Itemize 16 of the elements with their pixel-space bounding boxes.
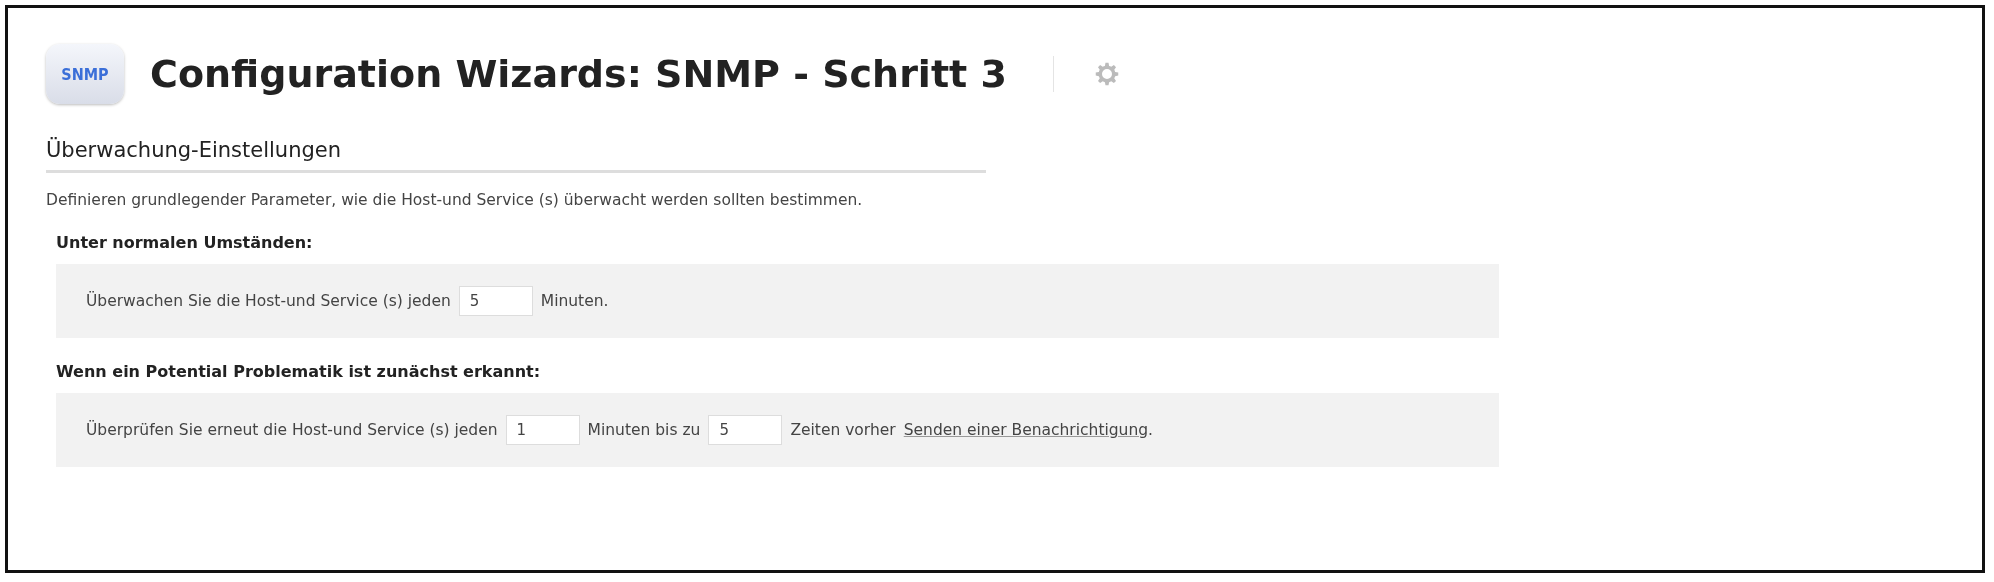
section-description: Definieren grundlegender Parameter, wie die Host-und Service (s) überwacht werden sollten bestimmen. <box>46 191 864 209</box>
page-title: Configuration Wizards: SNMP - Schritt 3 <box>150 52 1007 96</box>
sentence-text: Überwachen Sie die Host-und Service (s) jeden <box>86 292 451 310</box>
sentence-text: Minuten bis zu <box>587 421 701 439</box>
minutes-input[interactable]: 1 <box>505 415 580 445</box>
minutes-input[interactable]: 5 <box>708 415 783 445</box>
period-text: . <box>1148 421 1154 439</box>
group-label: Unter normalen Umständen: <box>56 233 314 252</box>
sentence-text: Minuten. <box>540 292 609 310</box>
section-heading: Überwachung-Einstellungen <box>46 138 986 173</box>
group-label: Wenn ein Potential Problematik ist zunächst erkannt: <box>56 362 542 381</box>
notification-link[interactable]: Senden einer Benachrichtigung <box>903 421 1149 439</box>
minutes-input[interactable]: 5 <box>458 286 533 316</box>
sentence-text: Überprüfen Sie erneut die Host-und Service (s) jeden <box>86 421 498 439</box>
snmp-logo: SNMP <box>46 44 124 104</box>
sentence-text: Zeiten vorher <box>790 421 896 439</box>
